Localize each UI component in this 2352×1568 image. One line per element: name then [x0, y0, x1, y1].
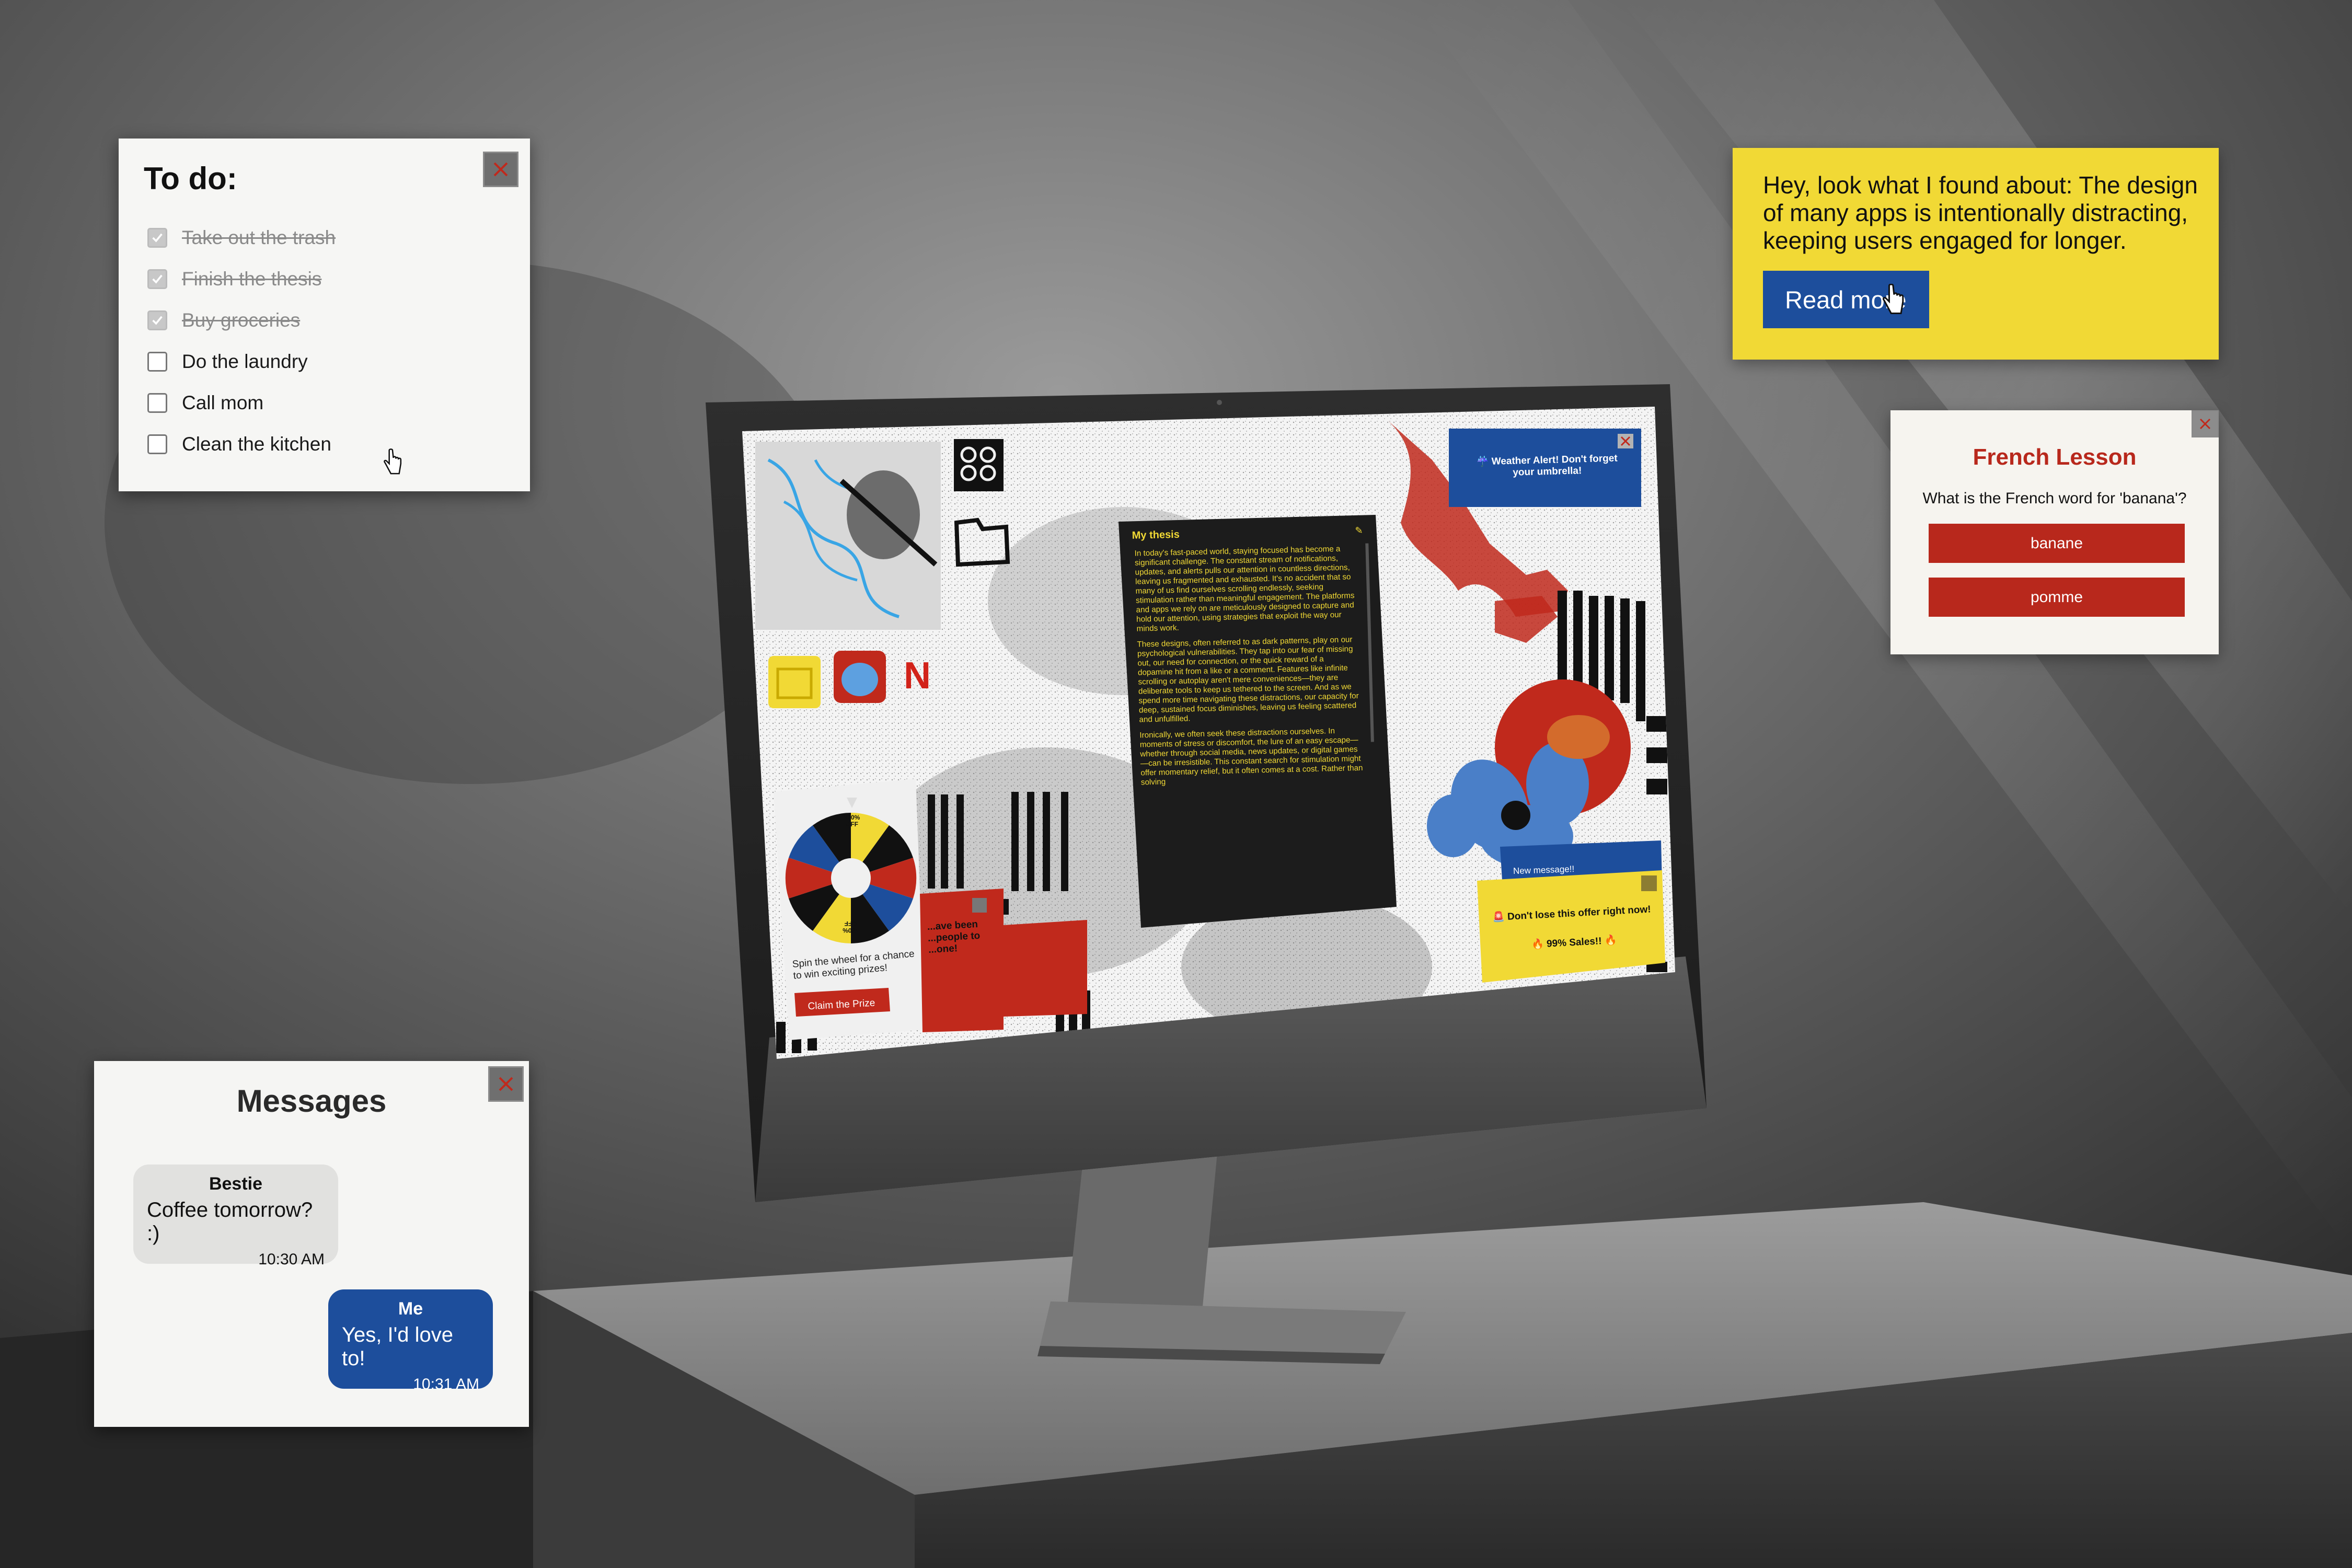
- todo-item-label: Call mom: [182, 391, 264, 413]
- wheel-bottom-label: 100% OFF: [843, 920, 859, 934]
- thesis-paragraph: Ironically, we often seek these distract…: [1139, 727, 1363, 787]
- messages-close-button[interactable]: [488, 1066, 524, 1102]
- checkbox-checked[interactable]: [147, 310, 167, 330]
- todo-item[interactable]: Buy groceries: [147, 299, 336, 341]
- messages-title: Messages: [236, 1083, 387, 1119]
- message-text: Coffee tomorrow? :): [147, 1198, 313, 1245]
- thesis-document[interactable]: My thesis ✎ In today's fast-paced world,…: [1126, 517, 1383, 919]
- french-lesson-title: French Lesson: [1973, 444, 2137, 470]
- checkbox[interactable]: [147, 351, 167, 372]
- netflix-app-icon[interactable]: N: [902, 654, 933, 701]
- message-bubble-outgoing[interactable]: Me Yes, I'd love to! 10:31 AM: [328, 1289, 493, 1393]
- read-more-notification: Hey, look what I found about: The design…: [1733, 148, 2219, 360]
- todo-close-button[interactable]: [483, 152, 518, 187]
- thesis-paragraph: These designs, often referred to as dark…: [1137, 635, 1359, 724]
- checkbox[interactable]: [147, 434, 167, 454]
- todo-item-label: Finish the thesis: [182, 268, 322, 290]
- weather-alert-text: ☔ Weather Alert! Don't forget your umbre…: [1476, 453, 1618, 478]
- todo-panel: To do: Take out the trash Finish the the…: [119, 139, 530, 491]
- messages-panel: Messages Bestie Coffee tomorrow? :) 10:3…: [94, 1061, 529, 1427]
- thesis-paragraph: In today's fast-paced world, staying foc…: [1134, 544, 1355, 633]
- message-time: 10:30 AM: [258, 1251, 325, 1268]
- checkbox-checked[interactable]: [147, 269, 167, 289]
- hand-drawing-photo: [755, 442, 941, 630]
- french-lesson-panel: French Lesson What is the French word fo…: [1890, 410, 2219, 654]
- french-close-button[interactable]: [2192, 410, 2219, 437]
- hand-cursor-icon: [384, 448, 402, 475]
- todo-item-label: Do the laundry: [182, 350, 308, 372]
- close-icon: [2199, 418, 2211, 430]
- hand-cursor-icon: [1883, 284, 1904, 314]
- todo-item[interactable]: Do the laundry: [147, 341, 336, 382]
- cat-game-app-icon[interactable]: [834, 651, 886, 703]
- todo-item[interactable]: Take out the trash: [147, 217, 336, 258]
- new-message-label[interactable]: New message!!: [1513, 864, 1575, 877]
- edit-icon[interactable]: ✎: [1355, 525, 1363, 536]
- checkbox-checked[interactable]: [147, 227, 167, 248]
- message-sender: Me: [398, 1299, 423, 1319]
- calendar-app-icon[interactable]: [768, 656, 821, 708]
- todo-item-label: Take out the trash: [182, 226, 336, 248]
- wheel-top-label: 100% OFF: [844, 814, 860, 828]
- close-icon: [493, 162, 508, 177]
- todo-item[interactable]: Finish the thesis: [147, 258, 336, 299]
- todo-title: To do:: [144, 161, 237, 196]
- todo-item-label: Clean the kitchen: [182, 433, 331, 455]
- close-icon: [499, 1077, 513, 1091]
- todo-list: Take out the trash Finish the thesis Buy…: [147, 217, 336, 465]
- answer-option-button[interactable]: banane: [1929, 524, 2185, 563]
- message-bubble-incoming[interactable]: Bestie Coffee tomorrow? :) 10:30 AM: [133, 1165, 338, 1268]
- message-sender: Bestie: [209, 1174, 263, 1194]
- answer-option-button[interactable]: pomme: [1929, 578, 2185, 617]
- thesis-title: My thesis: [1132, 528, 1180, 541]
- app-grid-icon[interactable]: [954, 439, 1004, 491]
- weather-alert-close-button[interactable]: [1618, 434, 1633, 448]
- message-time: 10:31 AM: [413, 1376, 479, 1393]
- folder-icon[interactable]: [956, 517, 1009, 567]
- todo-item-label: Buy groceries: [182, 309, 301, 331]
- todo-item[interactable]: Clean the kitchen: [147, 423, 336, 465]
- partial-popup-text: ...ave been ...people to ...one!: [927, 919, 981, 956]
- checkbox[interactable]: [147, 393, 167, 413]
- message-text: Yes, I'd love to!: [342, 1323, 453, 1370]
- notification-message: Hey, look what I found about: The design…: [1763, 171, 2198, 254]
- todo-item[interactable]: Call mom: [147, 382, 336, 423]
- french-question: What is the French word for 'banana'?: [1922, 490, 2187, 507]
